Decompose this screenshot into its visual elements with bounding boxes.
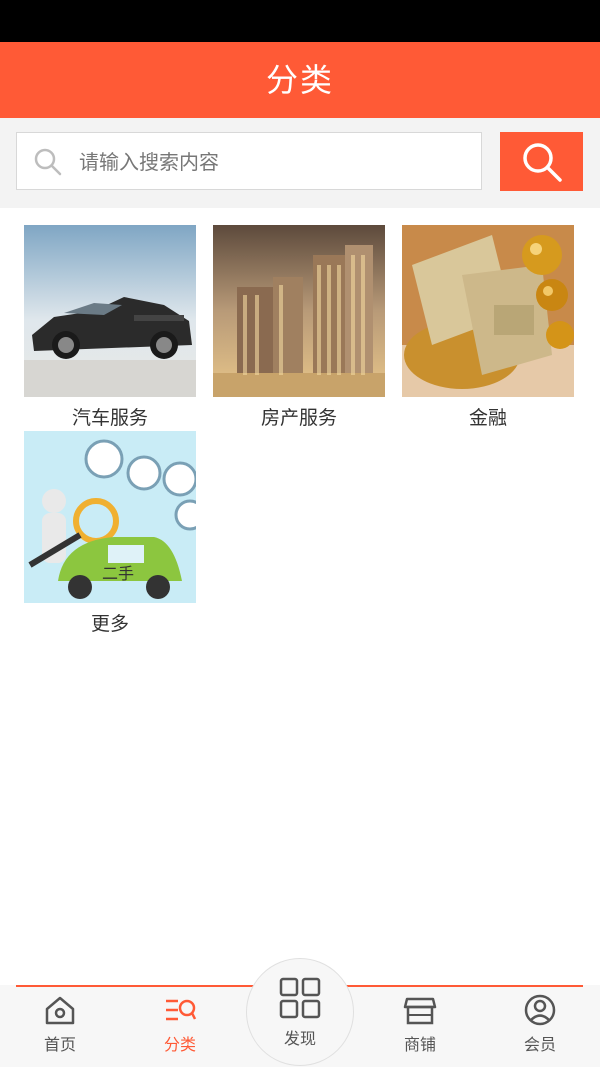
grid-icon bbox=[279, 977, 321, 1019]
tab-discover[interactable]: 发现 bbox=[246, 958, 354, 1066]
category-item-more[interactable]: 二手 更多 bbox=[24, 431, 196, 636]
tab-label: 首页 bbox=[43, 1035, 76, 1054]
category-item-real-estate[interactable]: 房产服务 bbox=[213, 225, 385, 430]
tab-label: 会员 bbox=[523, 1035, 556, 1054]
category-item-finance[interactable]: 金融 bbox=[402, 225, 574, 430]
category-item-car-service[interactable]: 汽车服务 bbox=[24, 225, 196, 430]
finance-image bbox=[402, 225, 574, 397]
category-label: 汽车服务 bbox=[71, 407, 148, 429]
category-label: 更多 bbox=[90, 613, 129, 635]
status-bar bbox=[0, 0, 600, 42]
search-button[interactable] bbox=[500, 132, 583, 191]
category-label: 金融 bbox=[468, 407, 507, 429]
search-box[interactable] bbox=[16, 132, 482, 190]
svg-text:二手: 二手 bbox=[102, 564, 134, 583]
tab-label: 分类 bbox=[163, 1035, 196, 1054]
tab-home[interactable]: 首页 bbox=[20, 993, 100, 1055]
store-icon bbox=[403, 997, 437, 1025]
search-icon bbox=[34, 148, 62, 176]
tab-label: 商铺 bbox=[403, 1035, 436, 1054]
search-input[interactable] bbox=[77, 139, 471, 185]
more-image: 二手 bbox=[24, 431, 196, 603]
category-label: 房产服务 bbox=[260, 407, 337, 429]
car-service-image bbox=[24, 225, 196, 397]
category-list-icon bbox=[166, 999, 197, 1021]
app-header: 分类 bbox=[0, 42, 600, 118]
tab-shop[interactable]: 商铺 bbox=[380, 993, 460, 1055]
search-icon bbox=[522, 142, 562, 182]
search-area bbox=[0, 118, 600, 208]
user-icon bbox=[524, 994, 556, 1026]
tab-label: 发现 bbox=[283, 1029, 316, 1048]
tab-member[interactable]: 会员 bbox=[500, 993, 580, 1055]
home-icon bbox=[45, 996, 75, 1025]
tab-category[interactable]: 分类 bbox=[140, 993, 220, 1055]
page-title: 分类 bbox=[265, 61, 334, 99]
real-estate-image bbox=[213, 225, 385, 397]
